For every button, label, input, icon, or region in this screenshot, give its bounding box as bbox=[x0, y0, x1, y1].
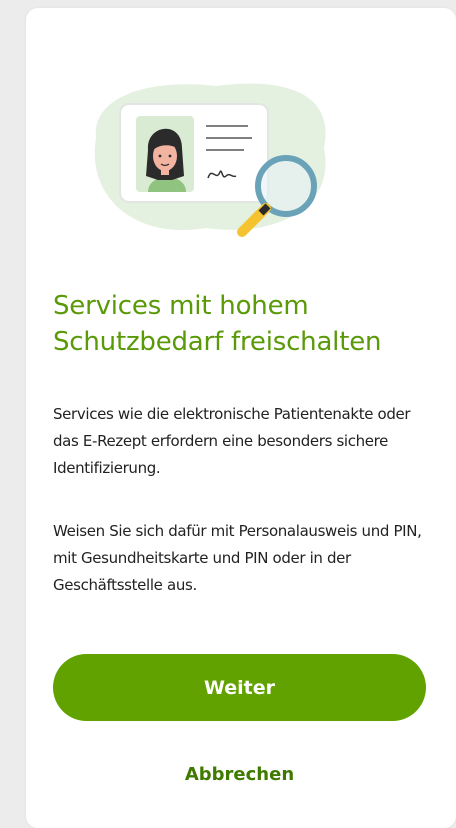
identification-options-paragraph: Weisen Sie sich dafür mit Personalauswei… bbox=[53, 522, 422, 594]
dialog-title: Services mit hohem Schutzbedarf freischa… bbox=[53, 291, 382, 357]
id-card-magnifier-icon bbox=[94, 83, 326, 237]
cancel-button[interactable]: Abbrechen bbox=[53, 756, 426, 792]
dialog-card: Services mit hohem Schutzbedarf freischa… bbox=[26, 8, 456, 828]
continue-button[interactable]: Weiter bbox=[53, 654, 426, 721]
description-paragraph: Services wie die elektronische Patienten… bbox=[53, 405, 411, 477]
